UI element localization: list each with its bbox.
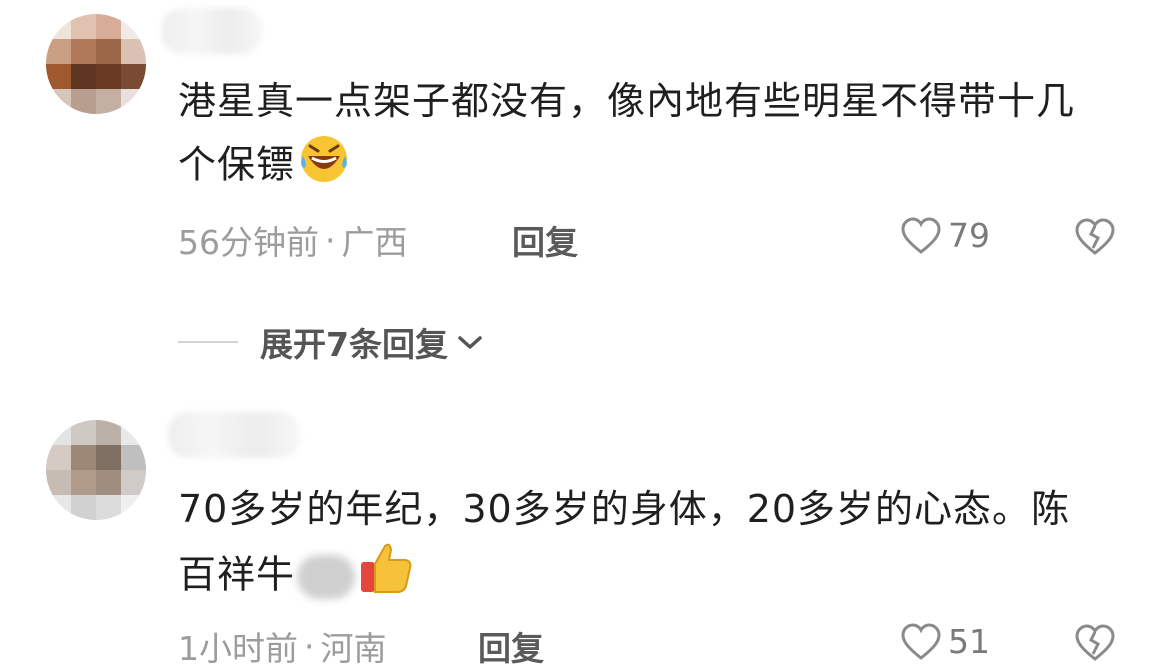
dislike-button[interactable] — [1074, 624, 1116, 666]
like-count: 51 — [948, 622, 990, 661]
dislike-button[interactable] — [1074, 218, 1116, 260]
divider-line — [178, 341, 238, 343]
comment-text: 港星真一点架子都没有，像內地有些明星不得带十几个保镖 — [178, 70, 1080, 202]
username-blurred[interactable] — [162, 8, 262, 54]
comment-meta: 56分钟前 · 广西 — [178, 216, 408, 264]
timestamp: 1小时前 — [178, 629, 298, 668]
heart-icon — [901, 622, 941, 660]
laughing-tears-emoji-icon — [295, 132, 353, 202]
location: 河南 — [320, 629, 387, 668]
thumbs-up-emoji-icon — [357, 540, 415, 614]
avatar[interactable] — [46, 14, 146, 114]
meta-separator: · — [325, 220, 336, 260]
reply-button[interactable]: 回复 — [478, 622, 544, 670]
pixelated-avatar-image — [46, 420, 146, 520]
comment-meta: 1小时前 · 河南 — [178, 622, 387, 670]
like-button[interactable]: 51 — [900, 622, 990, 661]
heart-icon — [901, 216, 941, 254]
broken-heart-icon — [1075, 218, 1115, 255]
like-count: 79 — [948, 216, 990, 255]
blurred-emoji — [297, 555, 356, 599]
reply-button[interactable]: 回复 — [512, 216, 578, 264]
expand-replies-button[interactable]: 展开7条回复 — [178, 318, 486, 366]
meta-separator: · — [304, 626, 315, 666]
chevron-down-icon — [458, 336, 482, 349]
location: 广西 — [341, 223, 408, 262]
pixelated-avatar-image — [46, 14, 146, 114]
expand-replies-label: 展开7条回复 — [260, 325, 448, 364]
broken-heart-icon — [1075, 624, 1115, 661]
comment-text: 70多岁的年纪，30多岁的身体，20多岁的心态。陈百祥牛 — [178, 478, 1080, 614]
username-blurred[interactable] — [168, 412, 300, 458]
like-button[interactable]: 79 — [900, 216, 990, 255]
avatar[interactable] — [46, 420, 146, 520]
timestamp: 56分钟前 — [178, 223, 319, 262]
